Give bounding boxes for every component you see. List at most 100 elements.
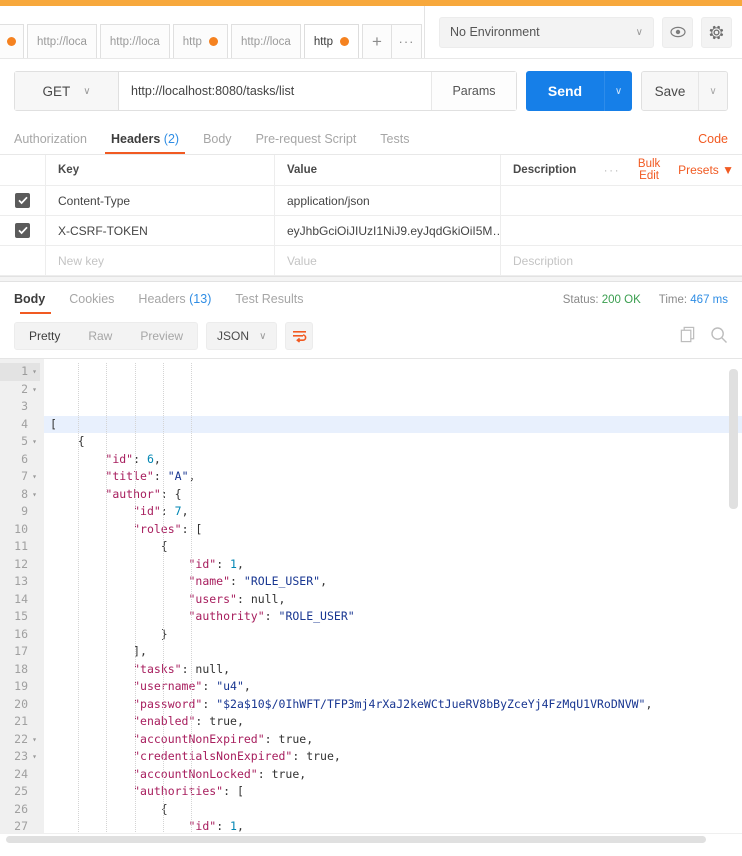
code-vertical-scrollbar[interactable] xyxy=(729,365,738,835)
params-button[interactable]: Params xyxy=(431,72,516,110)
request-section-tab-headers[interactable]: Headers (2) xyxy=(99,132,191,154)
copy-icon xyxy=(680,326,695,343)
response-format-selector[interactable]: JSON ∨ xyxy=(206,322,278,350)
tab-label: Pre-request Script xyxy=(255,132,357,146)
header-value[interactable]: application/json xyxy=(287,194,370,208)
code-line: "title": "A", xyxy=(50,468,742,486)
save-button[interactable]: Save xyxy=(642,72,698,110)
fold-toggle-icon[interactable]: ▾ xyxy=(30,735,39,744)
code-token: "name" xyxy=(188,574,231,588)
header-key[interactable]: Content-Type xyxy=(58,194,130,208)
response-body-code[interactable]: [ { "id": 6, "title": "A", "author": { "… xyxy=(44,359,742,844)
code-token: "ROLE_USER" xyxy=(278,609,355,623)
code-token: "accountNonLocked" xyxy=(133,766,258,781)
tab-overflow-button[interactable]: ··· xyxy=(392,24,422,58)
fold-toggle-icon[interactable]: ▾ xyxy=(30,367,39,376)
view-mode-raw[interactable]: Raw xyxy=(74,323,126,349)
new-key-input[interactable]: New key xyxy=(58,254,104,268)
code-token: true xyxy=(209,714,237,728)
code-token: true xyxy=(271,766,300,781)
request-tab-4[interactable]: http://loca xyxy=(230,24,301,58)
headers-more-options-button[interactable]: ··· xyxy=(592,163,633,177)
code-token: , xyxy=(153,451,161,466)
code-line: "name": "ROLE_USER", xyxy=(50,573,742,591)
request-section-tab-body[interactable]: Body xyxy=(191,132,244,154)
request-tab-3[interactable]: http xyxy=(172,24,228,58)
line-number: 2 ▾ xyxy=(0,381,40,399)
headers-table-row[interactable]: Content-Type application/json xyxy=(0,186,742,216)
url-input[interactable]: http://localhost:8080/tasks/list xyxy=(119,72,431,110)
code-horizontal-scrollbar[interactable] xyxy=(0,833,742,844)
code-line: "credentialsNonExpired": true, xyxy=(50,748,742,766)
line-number: 20 xyxy=(14,696,28,711)
code-line: "authorities": [ xyxy=(50,783,742,801)
response-view-mode-group[interactable]: Pretty Raw Preview xyxy=(14,322,199,350)
code-token: : xyxy=(195,714,210,728)
save-options-button[interactable]: ∨ xyxy=(698,72,727,110)
response-tab-cookies[interactable]: Cookies xyxy=(57,292,126,314)
headers-table-row[interactable]: X-CSRF-TOKEN eyJhbGciOiJIUzI1NiJ9.eyJqdGk… xyxy=(0,216,742,246)
response-section-tabs: Body Cookies Headers (13) Test Results Stat… xyxy=(0,282,742,314)
environment-quick-look-button[interactable] xyxy=(662,16,693,48)
code-token: , xyxy=(223,661,231,676)
headers-table-new-row[interactable]: New key Value Description xyxy=(0,246,742,276)
code-token: 1 xyxy=(230,819,237,833)
send-button[interactable]: Send xyxy=(526,71,604,111)
fold-toggle-icon[interactable]: ▾ xyxy=(30,385,39,394)
request-tab-0[interactable]: p xyxy=(0,24,24,58)
code-token: "id" xyxy=(133,504,161,518)
send-options-button[interactable]: ∨ xyxy=(604,71,632,111)
line-number: 25 xyxy=(14,784,28,798)
code-vertical-scroll-thumb[interactable] xyxy=(729,369,738,509)
request-section-tab-authorization[interactable]: Authorization xyxy=(14,132,99,154)
header-value[interactable]: eyJhbGciOiJIUzI1NiJ9.eyJqdGkiOiI5M… xyxy=(287,224,500,238)
new-value-input[interactable]: Value xyxy=(287,254,317,268)
request-tab-1[interactable]: http://loca xyxy=(27,24,97,58)
bulk-edit-button[interactable]: Bulk Edit xyxy=(632,158,666,182)
line-number: 6 xyxy=(21,451,28,466)
line-number-gutter: 1 ▾ 2 ▾ 3 4 5 ▾ 6 7 ▾ 8 ▾ 9 10 11 12 13 14 15 16 17 18 19 20 21 22… xyxy=(0,359,44,844)
code-token: , xyxy=(299,766,307,781)
bulk-edit-label-line1: Bulk xyxy=(637,158,661,170)
request-tab-5[interactable]: http xyxy=(303,24,359,58)
code-token: , xyxy=(243,679,251,693)
fold-toggle-icon[interactable]: ▾ xyxy=(30,752,39,761)
header-enabled-checkbox[interactable] xyxy=(15,223,30,238)
view-mode-preview[interactable]: Preview xyxy=(126,323,197,349)
fold-toggle-icon[interactable]: ▾ xyxy=(30,437,39,446)
status-value: 200 OK xyxy=(601,294,641,306)
new-description-input[interactable]: Description xyxy=(513,254,573,268)
response-tab-headers[interactable]: Headers (13) xyxy=(126,292,223,314)
line-number: 18 xyxy=(14,661,28,676)
environment-selector[interactable]: No Environment ∨ xyxy=(439,16,654,48)
presets-button[interactable]: Presets ▼ xyxy=(666,163,734,177)
fold-toggle-icon[interactable]: ▾ xyxy=(30,472,39,481)
header-enabled-checkbox[interactable] xyxy=(15,193,30,208)
request-tab-strip[interactable]: p http://loca http://loca http http://loca ht… xyxy=(0,6,425,58)
code-link[interactable]: Code xyxy=(698,132,728,154)
response-actions xyxy=(679,326,728,347)
word-wrap-button[interactable] xyxy=(285,322,314,350)
code-token: "enabled" xyxy=(133,714,196,728)
request-tab-2[interactable]: http://loca xyxy=(99,24,170,58)
response-tab-body[interactable]: Body xyxy=(14,292,57,314)
tab-label: Body xyxy=(203,132,232,146)
response-body-viewer[interactable]: 1 ▾ 2 ▾ 3 4 5 ▾ 6 7 ▾ 8 ▾ 9 10 11 12 13 14 15 16 17 18 19 20 21 22… xyxy=(0,358,742,844)
line-number: 10 xyxy=(14,521,28,536)
code-horizontal-scroll-thumb[interactable] xyxy=(6,836,706,843)
http-method-selector[interactable]: GET ∨ xyxy=(15,72,119,110)
code-line: } xyxy=(50,626,742,644)
line-number: 5 ▾ xyxy=(0,433,40,451)
settings-button[interactable] xyxy=(701,16,732,48)
search-response-button[interactable] xyxy=(710,326,728,347)
response-tab-test-results[interactable]: Test Results xyxy=(223,292,315,314)
header-key[interactable]: X-CSRF-TOKEN xyxy=(58,224,148,238)
request-section-tab-tests[interactable]: Tests xyxy=(368,132,421,154)
copy-response-button[interactable] xyxy=(679,326,696,346)
line-number: 9 xyxy=(21,504,28,518)
request-section-tab-pre-request-script[interactable]: Pre-request Script xyxy=(244,132,369,154)
view-mode-pretty[interactable]: Pretty xyxy=(15,323,75,349)
send-button-group: Send ∨ xyxy=(526,71,632,111)
fold-toggle-icon[interactable]: ▾ xyxy=(30,490,39,499)
new-tab-button[interactable]: + xyxy=(362,24,392,58)
